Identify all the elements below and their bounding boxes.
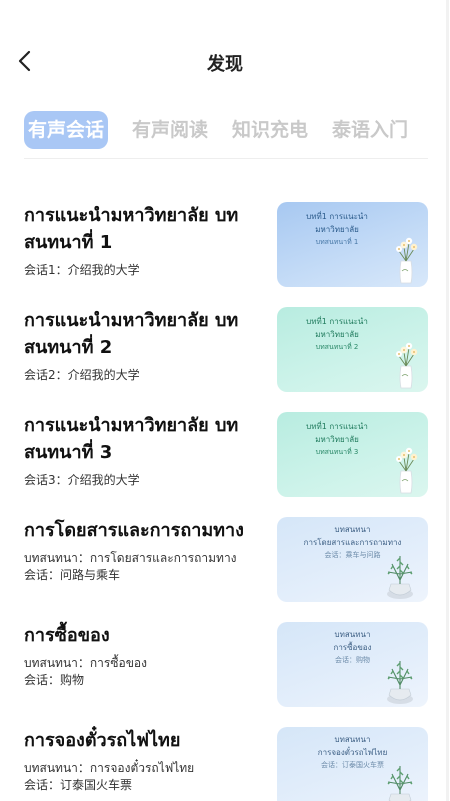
item-title: การจองตั๋วรถไฟไทย [24, 730, 181, 751]
list-item[interactable]: การแนะนำมหาวิทยาลัย บทสนทนาที่ 1 会话1：介绍我的… [0, 190, 450, 295]
item-subtitle-secondary: 会话：问路与乘车 [24, 568, 121, 582]
list-item[interactable]: การซื้อของบทสนทนา：การซื้อของ 会话：购物 บทสนทนา… [0, 610, 450, 715]
lesson-list: การแนะนำมหาวิทยาลัย บทสนทนาที่ 1 会话1：介绍我的… [0, 190, 450, 801]
thumbnail-caption: บทที่1 การแนะนำมหาวิทยาลัยบทสนทนาที่ 2 [277, 315, 397, 354]
tab-divider [24, 158, 428, 159]
item-text: การแนะนำมหาวิทยาลัย บทสนทนาที่ 1 会话1：介绍我的… [24, 202, 264, 279]
item-title: การซื้อของ [24, 625, 110, 646]
tab-audio-reading[interactable]: 有声阅读 [132, 111, 208, 149]
thumbnail-caption-line: การซื้อของ [333, 643, 372, 652]
thumbnail-caption-line: บทสนทนาที่ 2 [315, 343, 359, 351]
tab-thai-intro[interactable]: 泰语入门 [332, 111, 408, 149]
item-thumbnail[interactable]: บทสนทนา การโดยสารและการถามทาง 会话：乘车与问路 [277, 517, 428, 602]
item-subtitle-secondary: 会话：购物 [24, 673, 85, 687]
list-item[interactable]: การแนะนำมหาวิทยาลัย บทสนทนาที่ 2 会话2：介绍我的… [0, 295, 450, 400]
item-text: การโดยสารและการถามทางบทสนทนา：การโดยสารแล… [24, 517, 264, 584]
header: 发现 [0, 0, 450, 110]
item-subtitle: 会话1：介绍我的大学 [24, 263, 140, 277]
thumbnail-caption-line: บทสนทนาที่ 1 [315, 238, 359, 246]
item-thumbnail[interactable]: บทสนทนา การจองตั๋วรถไฟไทย 会话：订泰国火车票 [277, 727, 428, 801]
list-item[interactable]: การโดยสารและการถามทางบทสนทนา：การโดยสารแล… [0, 505, 450, 610]
flower-vase-icon [396, 237, 418, 284]
item-title: การแนะนำมหาวิทยาลัย บทสนทนาที่ 1 [24, 205, 239, 253]
item-title: การโดยสารและการถามทาง [24, 520, 244, 541]
item-subtitle: 会话2：介绍我的大学 [24, 368, 140, 382]
item-thumbnail[interactable]: บทที่1 การแนะนำมหาวิทยาลัยบทสนทนาที่ 2 [277, 307, 428, 392]
page-title: 发现 [207, 54, 243, 75]
item-title: การแนะนำมหาวิทยาลัย บทสนทนาที่ 2 [24, 310, 239, 358]
item-thumbnail[interactable]: บทที่1 การแนะนำมหาวิทยาลัยบทสนทนาที่ 3 [277, 412, 428, 497]
scrollbar[interactable] [446, 0, 449, 801]
thumbnail-caption-line: บทสนทนาที่ 3 [315, 448, 359, 456]
tab-bar: 有声会话 有声阅读 知识充电 泰语入门 [24, 110, 434, 150]
item-subtitle: 会话3：介绍我的大学 [24, 473, 140, 487]
tab-knowledge[interactable]: 知识充电 [232, 111, 308, 149]
thumbnail-caption: บทที่1 การแนะนำมหาวิทยาลัยบทสนทนาที่ 3 [277, 420, 397, 459]
list-item[interactable]: การจองตั๋วรถไฟไทยบทสนทนา：การจองตั๋วรถไฟไ… [0, 715, 450, 801]
potted-plant-icon [387, 556, 413, 599]
thumbnail-caption-line: บทสนทนา [334, 735, 371, 744]
potted-plant-icon [387, 766, 413, 801]
tab-audio-conversation[interactable]: 有声会话 [24, 111, 109, 149]
thumbnail-caption-line: การโดยสารและการถามทาง [303, 538, 402, 547]
thumbnail-caption-line: บทที่1 การแนะนำ [306, 212, 368, 221]
item-thumbnail[interactable]: บทสนทนา การซื้อของ 会话：购物 [277, 622, 428, 707]
item-text: การซื้อของบทสนทนา：การซื้อของ 会话：购物 [24, 622, 264, 689]
item-title: การแนะนำมหาวิทยาลัย บทสนทนาที่ 3 [24, 415, 239, 463]
item-subtitle: บทสนทนา：การโดยสารและการถามทาง [24, 551, 237, 565]
item-subtitle: บทสนทนา：การจองตั๋วรถไฟไทย [24, 761, 195, 775]
thumbnail-caption-line: มหาวิทยาลัย [315, 225, 359, 234]
list-item[interactable]: การแนะนำมหาวิทยาลัย บทสนทนาที่ 3 会话3：介绍我的… [0, 400, 450, 505]
flower-vase-icon [396, 342, 418, 389]
item-subtitle: บทสนทนา：การซื้อของ [24, 656, 147, 670]
thumbnail-caption-line: บทสนทนา [334, 630, 371, 639]
item-text: การจองตั๋วรถไฟไทยบทสนทนา：การจองตั๋วรถไฟไ… [24, 727, 264, 794]
thumbnail-caption-line: มหาวิทยาลัย [315, 330, 359, 339]
item-subtitle-secondary: 会话：订泰国火车票 [24, 778, 133, 792]
item-text: การแนะนำมหาวิทยาลัย บทสนทนาที่ 3 会话3：介绍我的… [24, 412, 264, 489]
item-thumbnail[interactable]: บทที่1 การแนะนำมหาวิทยาลัยบทสนทนาที่ 1 [277, 202, 428, 287]
thumbnail-caption-line: บทที่1 การแนะนำ [306, 422, 368, 431]
thumbnail-caption-line: การจองตั๋วรถไฟไทย [317, 748, 388, 757]
flower-vase-icon [396, 447, 418, 494]
thumbnail-caption-line: บทที่1 การแนะนำ [306, 317, 368, 326]
item-text: การแนะนำมหาวิทยาลัย บทสนทนาที่ 2 会话2：介绍我的… [24, 307, 264, 384]
thumbnail-caption: บทที่1 การแนะนำมหาวิทยาลัยบทสนทนาที่ 1 [277, 210, 397, 249]
thumbnail-caption-line: บทสนทนา [334, 525, 371, 534]
potted-plant-icon [387, 661, 413, 704]
thumbnail-caption-line: มหาวิทยาลัย [315, 435, 359, 444]
